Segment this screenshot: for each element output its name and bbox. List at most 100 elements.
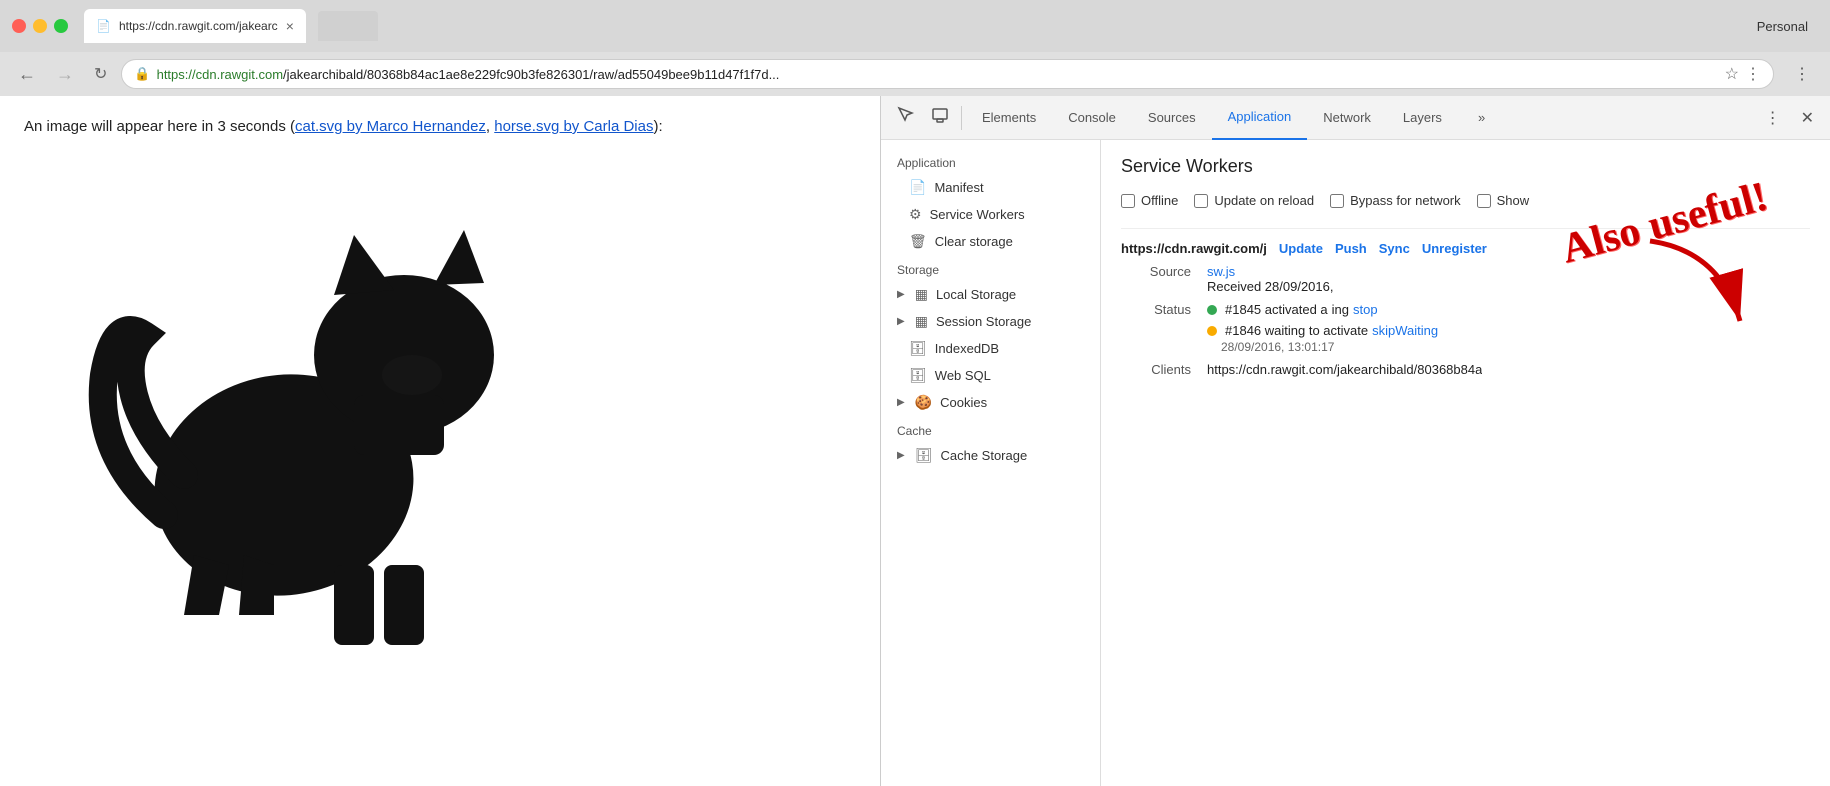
status-waiting-row: #1846 waiting to activate skipWaiting [1207,323,1438,338]
source-received-text: Received 28/09/2016, [1207,279,1333,294]
clear-storage-icon: 🗑 [909,233,927,250]
stop-link[interactable]: stop [1353,302,1378,317]
sidebar-item-local-storage-label: Local Storage [936,287,1016,302]
status-waiting-text: #1846 waiting to activate [1225,323,1368,338]
update-on-reload-option[interactable]: Update on reload [1194,193,1314,208]
show-all-option[interactable]: Show [1477,193,1530,208]
sidebar-item-service-workers-label: Service Workers [930,207,1025,222]
forward-button[interactable]: → [50,62,80,87]
service-worker-entry: https://cdn.rawgit.com/j Update Push Syn… [1121,228,1810,377]
traffic-lights [12,19,68,33]
new-tab-button[interactable] [318,11,378,41]
address-domain: cdn.rawgit.com [196,67,283,82]
offline-checkbox[interactable] [1121,194,1135,208]
close-devtools-button[interactable]: ✕ [1793,102,1822,134]
tab-more[interactable]: » [1462,96,1501,140]
sidebar-item-manifest[interactable]: 📄 Manifest [881,174,1100,201]
tab-application[interactable]: Application [1212,96,1308,140]
service-worker-options: Offline Update on reload Bypass for netw… [1121,193,1810,208]
cookies-icon: 🍪 [915,394,932,411]
status-active-suffix: ing [1332,302,1349,317]
close-button[interactable] [12,19,26,33]
tab-elements[interactable]: Elements [966,96,1052,140]
sidebar-item-cache-storage[interactable]: ▶ 🗄 Cache Storage [881,442,1100,469]
sidebar-item-indexeddb-label: IndexedDB [935,341,999,356]
local-storage-icon: ▦ [915,286,928,303]
horse-svg-link[interactable]: horse.svg by Carla Dias [494,118,653,135]
reload-button[interactable]: ↻ [88,62,113,86]
bypass-network-checkbox[interactable] [1330,194,1344,208]
address-path: /jakearchibald/80368b84ac1ae8e229fc90b3f… [283,67,779,82]
devtools-right-actions: ⋮ ✕ [1757,102,1822,134]
cat-svg-link[interactable]: cat.svg by Marco Hernandez [295,118,486,135]
sw-clients-row: Clients https://cdn.rawgit.com/jakearchi… [1121,362,1810,377]
sidebar-item-service-workers[interactable]: ⚙ Service Workers [881,201,1100,228]
sw-js-link[interactable]: sw.js [1207,264,1235,279]
address-menu-icon[interactable]: ⋮ [1745,64,1761,84]
sw-source-row: Source sw.js Received 28/09/2016, [1121,264,1810,294]
cache-storage-arrow-icon: ▶ [897,450,905,461]
sidebar-item-cookies[interactable]: ▶ 🍪 Cookies [881,389,1100,416]
bookmark-icon[interactable]: ☆ [1725,64,1739,84]
status-date: 28/09/2016, 13:01:17 [1221,340,1438,354]
status-value: #1845 activated a ing stop #1846 waiting… [1207,302,1438,354]
bypass-network-option[interactable]: Bypass for network [1330,193,1461,208]
sidebar-item-session-storage-label: Session Storage [936,314,1031,329]
source-value: sw.js Received 28/09/2016, [1207,264,1333,294]
offline-option[interactable]: Offline [1121,193,1178,208]
tab-close-button[interactable]: × [286,18,294,34]
minimize-button[interactable] [33,19,47,33]
update-link[interactable]: Update [1279,241,1323,256]
manifest-icon: 📄 [909,179,926,196]
tab-layers[interactable]: Layers [1387,96,1458,140]
sw-url-row: https://cdn.rawgit.com/j Update Push Syn… [1121,241,1810,256]
sync-link[interactable]: Sync [1379,241,1410,256]
sidebar-item-web-sql-label: Web SQL [935,368,991,383]
sidebar-item-cookies-label: Cookies [940,395,987,410]
outro-text: ): [653,118,662,135]
sidebar-item-web-sql[interactable]: 🗄 Web SQL [881,362,1100,389]
sidebar-item-local-storage[interactable]: ▶ ▦ Local Storage [881,281,1100,308]
sidebar-item-session-storage[interactable]: ▶ ▦ Session Storage [881,308,1100,335]
session-storage-icon: ▦ [915,313,928,330]
update-on-reload-checkbox[interactable] [1194,194,1208,208]
status-active-text: #1845 activated a [1225,302,1328,317]
devtools-panel: Elements Console Sources Application Net… [880,96,1830,786]
page-content: An image will appear here in 3 seconds (… [0,96,880,786]
more-options-button[interactable]: ⋮ [1786,58,1818,90]
sidebar-item-indexeddb[interactable]: 🗄 IndexedDB [881,335,1100,362]
offline-label: Offline [1141,193,1178,208]
sidebar-section-storage: Storage [881,255,1100,281]
push-link[interactable]: Push [1335,241,1367,256]
sidebar-item-clear-storage[interactable]: 🗑 Clear storage [881,228,1100,255]
update-on-reload-label: Update on reload [1214,193,1314,208]
unregister-link[interactable]: Unregister [1422,241,1487,256]
customize-devtools-button[interactable]: ⋮ [1757,102,1789,134]
tab-network[interactable]: Network [1307,96,1387,140]
page-intro: An image will appear here in 3 seconds (… [24,116,856,139]
profile-button[interactable]: Personal [1747,15,1818,38]
status-yellow-dot [1207,326,1217,336]
inspector-icon-button[interactable] [889,100,923,135]
status-active-row: #1845 activated a ing stop [1207,302,1438,317]
sidebar-section-cache: Cache [881,416,1100,442]
device-toolbar-button[interactable] [923,100,957,135]
web-sql-icon: 🗄 [909,367,927,384]
comma: , [486,118,494,135]
session-storage-arrow-icon: ▶ [897,316,905,327]
show-all-label: Show [1497,193,1530,208]
skip-waiting-link[interactable]: skipWaiting [1372,323,1438,338]
status-label: Status [1121,302,1191,354]
tab-console[interactable]: Console [1052,96,1132,140]
address-bar[interactable]: 🔒 https://cdn.rawgit.com/jakearchibald/8… [121,59,1774,89]
back-button[interactable]: ← [12,62,42,87]
sidebar-item-manifest-label: Manifest [934,180,983,195]
maximize-button[interactable] [54,19,68,33]
tab-sources[interactable]: Sources [1132,96,1212,140]
devtools-main-panel: Also useful! [1101,140,1830,786]
show-all-checkbox[interactable] [1477,194,1491,208]
devtools-body: Application 📄 Manifest ⚙ Service Workers… [881,140,1830,786]
main-area: An image will appear here in 3 seconds (… [0,96,1830,786]
cookies-arrow-icon: ▶ [897,397,905,408]
browser-tab[interactable]: 📄 https://cdn.rawgit.com/jakearc × [84,9,306,43]
